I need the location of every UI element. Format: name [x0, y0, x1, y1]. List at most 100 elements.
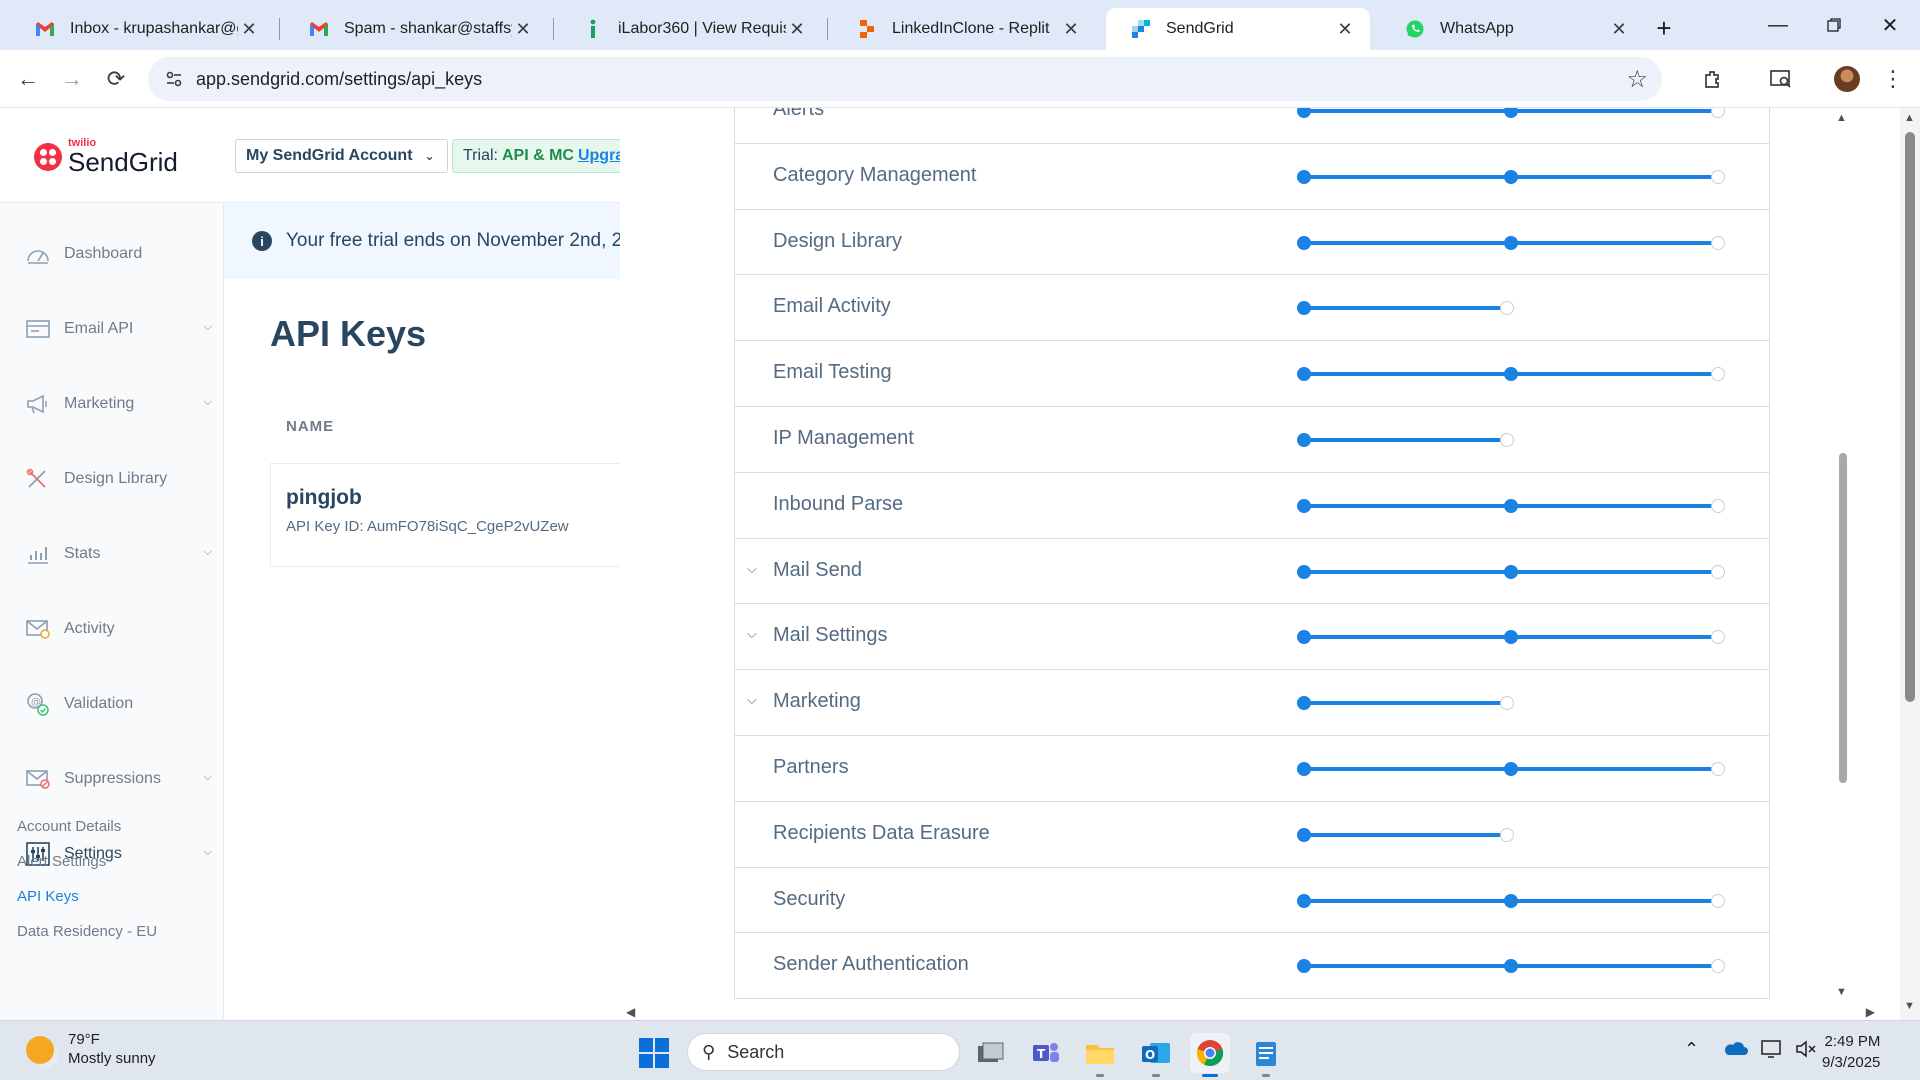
taskbar-search[interactable]: ⚲ Search	[687, 1033, 960, 1071]
slider-handle[interactable]	[1711, 959, 1725, 974]
slider-stop[interactable]	[1297, 169, 1311, 184]
permission-slider[interactable]	[1297, 498, 1737, 513]
permission-slider[interactable]	[1297, 959, 1737, 974]
permission-slider[interactable]	[1297, 696, 1737, 711]
profile-avatar[interactable]	[1834, 66, 1860, 92]
slider-stop[interactable]	[1504, 498, 1518, 513]
slider-stop[interactable]	[1297, 630, 1311, 645]
tab-close-icon[interactable]: ✕	[1334, 18, 1356, 40]
sidebar-item-suppressions[interactable]: Suppressions ⌵	[0, 757, 224, 801]
slider-stop[interactable]	[1504, 893, 1518, 908]
reload-button[interactable]: ⟳	[96, 59, 136, 99]
scroll-down-arrow-icon[interactable]: ▼	[1836, 986, 1847, 998]
slider-handle[interactable]	[1711, 169, 1725, 184]
notepad-icon[interactable]	[1246, 1033, 1286, 1077]
sidebar-item-email-api[interactable]: Email API ⌵	[0, 307, 224, 351]
slider-stop[interactable]	[1297, 761, 1311, 776]
slider-stop[interactable]	[1504, 761, 1518, 776]
sidebar-item-validation[interactable]: @ Validation	[0, 682, 224, 726]
volume-muted-icon[interactable]	[1794, 1039, 1818, 1064]
browser-tab[interactable]: SendGrid ✕	[1106, 8, 1370, 50]
browser-tab[interactable]: Inbox - krupashankar@gmail.com✕	[10, 8, 274, 50]
slider-stop[interactable]	[1297, 959, 1311, 974]
sidebar-subitem-data-residency-eu[interactable]: Data Residency - EU	[17, 923, 157, 940]
tab-close-icon[interactable]: ✕	[512, 18, 534, 40]
slider-handle[interactable]	[1499, 827, 1514, 842]
page-scrollbar[interactable]: ▲ ▼	[1900, 108, 1920, 1020]
window-close-button[interactable]: ✕	[1862, 0, 1918, 50]
bookmark-star-icon[interactable]: ☆	[1626, 65, 1648, 94]
panel-scrollbar[interactable]: ▲ ▼	[1836, 108, 1850, 1012]
slider-stop[interactable]	[1297, 432, 1311, 447]
extensions-icon[interactable]	[1698, 64, 1728, 94]
slider-handle[interactable]	[1499, 432, 1514, 447]
expand-chevron-icon[interactable]: ⌵	[747, 561, 757, 577]
slider-stop[interactable]	[1504, 169, 1518, 184]
slider-handle[interactable]	[1711, 108, 1725, 118]
scroll-up-arrow-icon[interactable]: ▲	[1836, 112, 1847, 124]
browser-tab[interactable]: WhatsApp ✕	[1380, 8, 1644, 50]
slider-stop[interactable]	[1504, 564, 1518, 579]
slider-handle[interactable]	[1499, 696, 1514, 711]
page-scroll-thumb[interactable]	[1905, 132, 1915, 702]
sendgrid-logo[interactable]: twilio SendGrid	[34, 138, 178, 175]
file-explorer-icon[interactable]	[1080, 1033, 1120, 1077]
windows-start-icon[interactable]	[639, 1038, 669, 1068]
slider-stop[interactable]	[1297, 367, 1311, 382]
permission-slider[interactable]	[1297, 630, 1737, 645]
slider-handle[interactable]	[1711, 564, 1725, 579]
slider-stop[interactable]	[1504, 959, 1518, 974]
expand-chevron-icon[interactable]: ⌵	[747, 626, 757, 642]
task-view-icon[interactable]	[970, 1033, 1010, 1073]
slider-stop[interactable]	[1297, 498, 1311, 513]
sidebar-item-stats[interactable]: Stats ⌵	[0, 532, 224, 576]
tab-close-icon[interactable]: ✕	[1060, 18, 1082, 40]
page-scroll-up-icon[interactable]: ▲	[1904, 112, 1915, 124]
slider-stop[interactable]	[1297, 696, 1311, 711]
expand-chevron-icon[interactable]: ⌵	[747, 692, 757, 708]
address-bar[interactable]: app.sendgrid.com/settings/api_keys ☆	[148, 57, 1662, 101]
permission-slider[interactable]	[1297, 301, 1737, 316]
forward-button[interactable]: →	[52, 59, 92, 99]
onedrive-icon[interactable]	[1722, 1039, 1748, 1062]
slider-stop[interactable]	[1297, 827, 1311, 842]
permission-slider[interactable]	[1297, 367, 1737, 382]
permission-slider[interactable]	[1297, 827, 1737, 842]
slider-stop[interactable]	[1504, 630, 1518, 645]
slider-handle[interactable]	[1711, 498, 1725, 513]
permission-slider[interactable]	[1297, 761, 1737, 776]
column-header-name[interactable]: NAME	[286, 418, 334, 435]
sidebar-item-dashboard[interactable]: Dashboard	[0, 232, 224, 276]
sidebar-item-marketing[interactable]: Marketing ⌵	[0, 382, 224, 426]
browser-menu-icon[interactable]: ⋮	[1878, 64, 1908, 94]
new-tab-button[interactable]: +	[1648, 12, 1680, 44]
tab-close-icon[interactable]: ✕	[1608, 18, 1630, 40]
slider-stop[interactable]	[1297, 301, 1311, 316]
scroll-left-arrow-icon[interactable]: ◀	[626, 1005, 635, 1019]
slider-handle[interactable]	[1711, 235, 1725, 250]
permission-slider[interactable]	[1297, 564, 1737, 579]
slider-stop[interactable]	[1504, 108, 1518, 118]
slider-stop[interactable]	[1504, 367, 1518, 382]
slider-stop[interactable]	[1297, 235, 1311, 250]
scroll-right-arrow-icon[interactable]: ▶	[1866, 1005, 1875, 1019]
show-hidden-icons-chevron-icon[interactable]: ⌃	[1684, 1039, 1699, 1060]
slider-stop[interactable]	[1297, 564, 1311, 579]
slider-handle[interactable]	[1711, 367, 1725, 382]
account-selector[interactable]: My SendGrid Account ⌄	[235, 139, 448, 173]
outlook-icon[interactable]: O	[1136, 1033, 1176, 1077]
sidebar-subitem-api-keys[interactable]: API Keys	[17, 888, 79, 905]
permission-slider[interactable]	[1297, 432, 1737, 447]
permission-slider[interactable]	[1297, 108, 1737, 118]
minimize-button[interactable]: —	[1750, 0, 1806, 50]
restore-button[interactable]	[1806, 0, 1862, 50]
chrome-icon[interactable]	[1190, 1033, 1230, 1077]
sidebar-item-design-library[interactable]: Design Library	[0, 457, 224, 501]
network-icon[interactable]	[1760, 1039, 1784, 1064]
sidebar-item-activity[interactable]: Activity	[0, 607, 224, 651]
browser-tab[interactable]: LinkedInClone - Replit ✕	[832, 8, 1096, 50]
slider-handle[interactable]	[1711, 893, 1725, 908]
system-clock[interactable]: 2:49 PM 9/3/2025	[1822, 1031, 1880, 1073]
browser-tab[interactable]: Spam - shankar@staffsys.com✕	[284, 8, 548, 50]
panel-scroll-thumb[interactable]	[1839, 453, 1847, 783]
